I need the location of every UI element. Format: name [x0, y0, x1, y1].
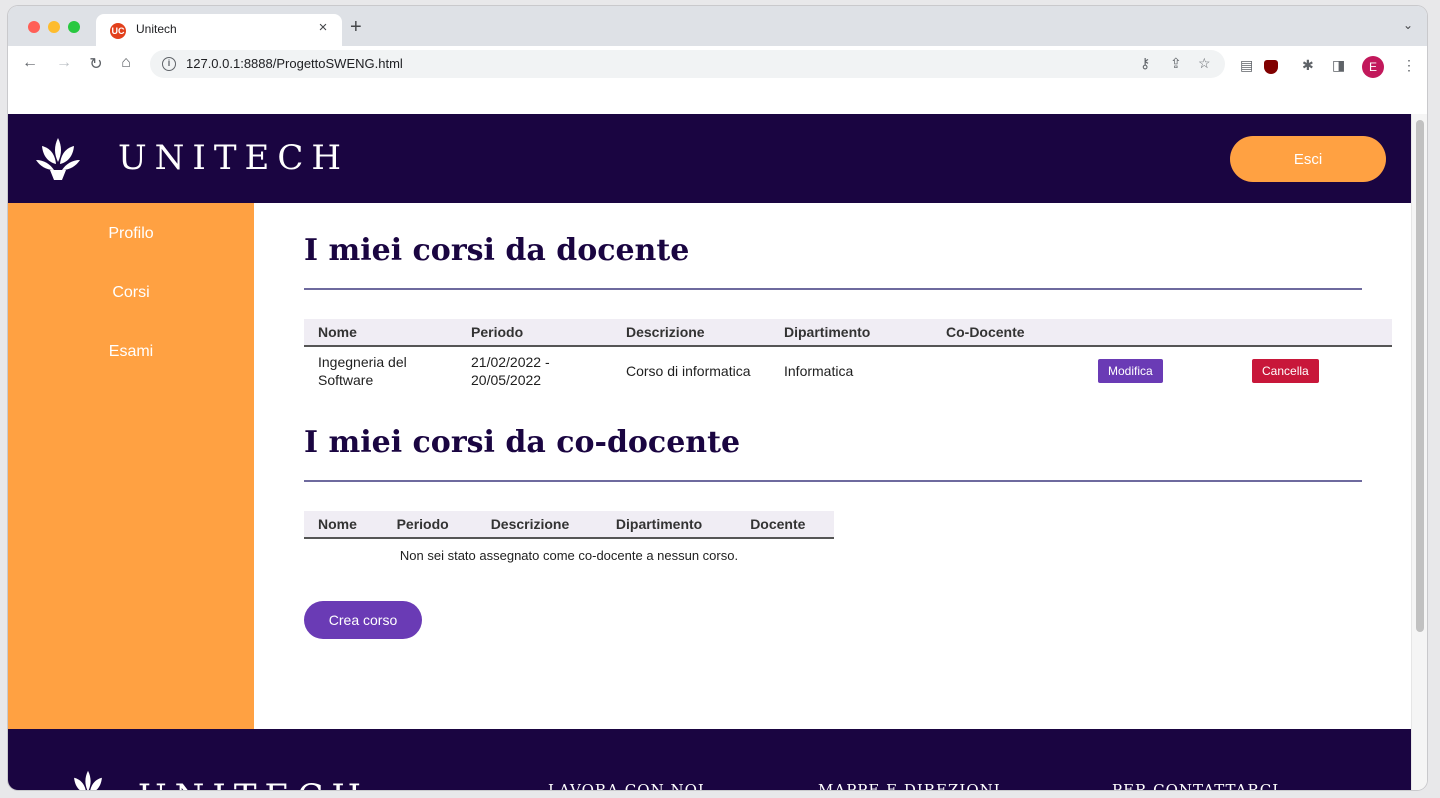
- sidebar: Profilo Corsi Esami: [8, 203, 254, 729]
- new-tab-button[interactable]: +: [350, 16, 362, 39]
- footer-link-contatti[interactable]: PER CONTATTARCI: [1112, 781, 1279, 790]
- tab-title: Unitech: [136, 22, 177, 36]
- forward-icon[interactable]: →: [54, 54, 74, 72]
- star-icon[interactable]: ☆: [1198, 55, 1211, 72]
- footer-brand: UNITECH: [138, 777, 369, 790]
- codocente-courses-table: Nome Periodo Descrizione Dipartimento Do…: [304, 511, 834, 572]
- table-header-row: Nome Periodo Descrizione Dipartimento Co…: [304, 319, 1392, 346]
- tab-strip: UC Unitech × + ⌄: [8, 6, 1427, 46]
- page-scrollbar[interactable]: [1411, 114, 1427, 790]
- key-icon[interactable]: ⚷: [1140, 55, 1150, 72]
- edit-course-button[interactable]: Modifica: [1098, 359, 1163, 383]
- column-header-docente: Docente: [750, 516, 806, 532]
- column-header-delete: [1238, 319, 1392, 346]
- empty-message: Non sei stato assegnato come co-docente …: [399, 547, 739, 563]
- sidebar-item-corsi[interactable]: Corsi: [8, 284, 254, 302]
- column-header-edit: [1084, 319, 1238, 346]
- back-icon[interactable]: ←: [20, 54, 40, 72]
- sidebar-item-profilo[interactable]: Profilo: [8, 225, 254, 243]
- brand-name: UNITECH: [118, 138, 349, 178]
- table-row: Ingegneria del Software 21/02/2022 - 20/…: [304, 346, 1392, 395]
- teacher-courses-title: I miei corsi da docente: [304, 233, 690, 268]
- column-header-descrizione: Descrizione: [490, 516, 570, 532]
- table-row: Non sei stato assegnato come co-docente …: [304, 538, 834, 572]
- section-divider: [304, 480, 1362, 482]
- column-header-periodo: Periodo: [471, 324, 524, 340]
- edit-cell: Modifica: [1084, 346, 1238, 395]
- browser-toolbar: ← → ↻ ⌂ i 127.0.0.1:8888/ProgettoSWENG.h…: [8, 46, 1427, 82]
- side-panel-icon[interactable]: ◨: [1332, 57, 1345, 74]
- codocente-courses-title: I miei corsi da co-docente: [304, 425, 741, 460]
- column-header-descrizione: Descrizione: [626, 324, 705, 340]
- maximize-window-button[interactable]: [68, 21, 80, 33]
- column-header-codocente: Co-Docente: [946, 324, 1025, 340]
- create-course-button[interactable]: Crea corso: [304, 601, 422, 639]
- site-footer: UNITECH LAVORA CON NOI MAPPE E DIREZIONI…: [8, 729, 1411, 790]
- chevron-down-icon[interactable]: ⌄: [1403, 18, 1413, 32]
- home-icon[interactable]: ⌂: [116, 54, 136, 72]
- sidebar-item-esami[interactable]: Esami: [8, 343, 254, 361]
- column-header-dipartimento: Dipartimento: [784, 324, 871, 340]
- footer-link-mappe[interactable]: MAPPE E DIREZIONI: [818, 781, 1001, 790]
- minimize-window-button[interactable]: [48, 21, 60, 33]
- extensions-icon[interactable]: ✱: [1302, 57, 1314, 74]
- close-window-button[interactable]: [28, 21, 40, 33]
- column-header-nome: Nome: [318, 324, 357, 340]
- profile-avatar[interactable]: E: [1362, 56, 1384, 78]
- table-header-row: Nome Periodo Descrizione Dipartimento Do…: [304, 511, 834, 538]
- reload-icon[interactable]: ↻: [86, 54, 106, 74]
- reader-icon[interactable]: ▤: [1240, 57, 1253, 74]
- course-period: 21/02/2022 - 20/05/2022: [471, 354, 550, 388]
- close-icon[interactable]: ×: [314, 19, 332, 36]
- lotus-logo-icon: [36, 138, 80, 180]
- favicon-icon: UC: [110, 23, 126, 39]
- column-header-periodo: Periodo: [396, 516, 449, 532]
- browser-window: UC Unitech × + ⌄ ← → ↻ ⌂ i 127.0.0.1:888…: [8, 6, 1427, 790]
- site-header: UNITECH Esci: [8, 114, 1411, 203]
- course-codocente: [932, 346, 1084, 395]
- address-bar[interactable]: i 127.0.0.1:8888/ProgettoSWENG.html ⚷ ⇪ …: [150, 50, 1225, 78]
- main-content: I miei corsi da docente Nome Periodo Des…: [254, 203, 1411, 729]
- column-header-nome: Nome: [318, 516, 357, 532]
- url-text[interactable]: 127.0.0.1:8888/ProgettoSWENG.html: [186, 56, 403, 71]
- lotus-logo-icon: [74, 770, 102, 790]
- footer-link-lavora[interactable]: LAVORA CON NOI: [548, 781, 705, 790]
- share-icon[interactable]: ⇪: [1170, 55, 1182, 72]
- menu-icon[interactable]: ⋮: [1402, 57, 1416, 74]
- teacher-courses-table: Nome Periodo Descrizione Dipartimento Co…: [304, 319, 1392, 395]
- logout-button[interactable]: Esci: [1230, 136, 1386, 182]
- column-header-dipartimento: Dipartimento: [615, 516, 703, 532]
- browser-tab[interactable]: UC Unitech ×: [96, 14, 342, 46]
- delete-course-button[interactable]: Cancella: [1252, 359, 1319, 383]
- section-divider: [304, 288, 1362, 290]
- scrollbar-thumb[interactable]: [1416, 120, 1424, 632]
- course-name: Ingegneria del Software: [318, 354, 407, 388]
- delete-cell: Cancella: [1238, 346, 1392, 395]
- page-viewport: UNITECH Esci Profilo Corsi Esami I miei …: [8, 114, 1411, 790]
- ublock-icon[interactable]: [1264, 60, 1278, 74]
- info-icon[interactable]: i: [162, 57, 176, 71]
- course-description: Corso di informatica: [626, 363, 751, 379]
- course-department: Informatica: [784, 363, 854, 379]
